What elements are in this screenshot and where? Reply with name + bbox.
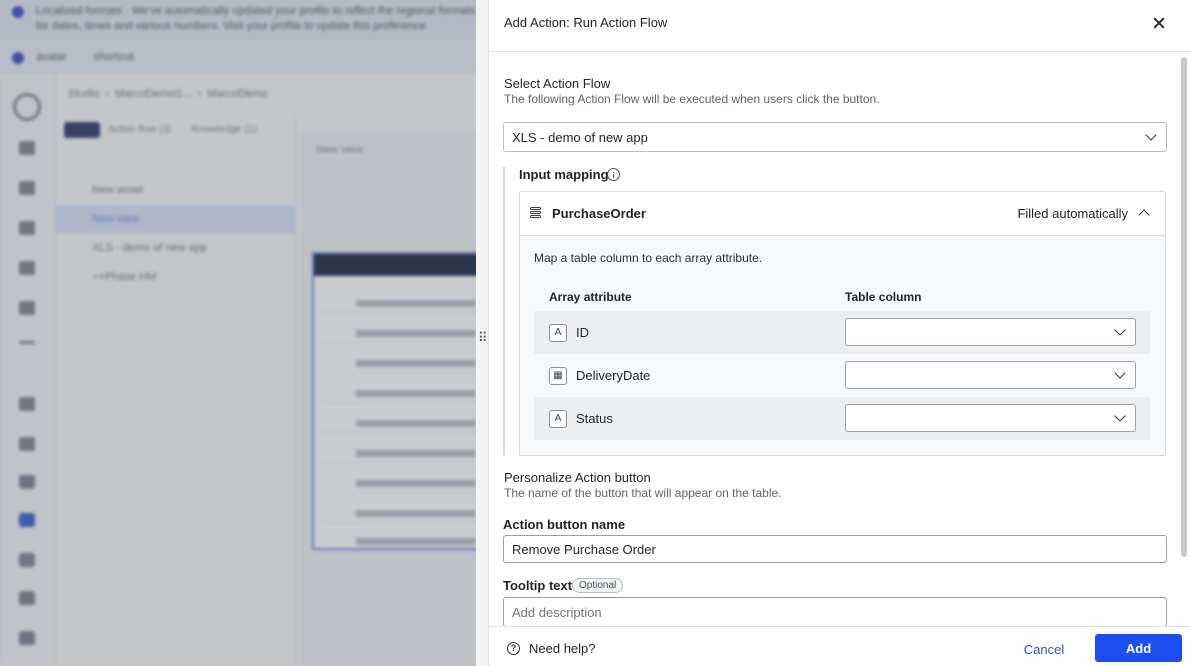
add-button[interactable]: Add xyxy=(1095,634,1182,662)
entity-card-header[interactable]: PurchaseOrder Filled automatically xyxy=(520,192,1165,236)
chevron-up-icon[interactable] xyxy=(1138,209,1150,221)
dialog-header: Add Action: Run Action Flow xyxy=(489,0,1190,52)
tooltip-text-input[interactable] xyxy=(503,597,1167,626)
action-flow-selected-value: XLS - demo of new app xyxy=(512,130,648,145)
entity-card-body: Map a table column to each array attribu… xyxy=(520,236,1165,455)
attribute-name: Status xyxy=(576,411,613,426)
input-mapping-label: Input mapping xyxy=(519,167,609,182)
table-row: A ID xyxy=(534,311,1150,354)
panel-resize-gutter[interactable]: ⠿ xyxy=(476,0,489,666)
action-button-name-input[interactable] xyxy=(503,535,1167,563)
input-mapping-section: Input mapping PurchaseOrder Filled autom… xyxy=(503,167,1169,456)
info-icon[interactable] xyxy=(607,168,620,181)
table-column-select[interactable] xyxy=(845,361,1136,389)
drag-handle-icon[interactable]: ⠿ xyxy=(478,330,488,346)
help-icon[interactable]: ? xyxy=(507,642,520,655)
chevron-down-icon xyxy=(1114,367,1126,379)
dialog-body: Select Action Flow The following Action … xyxy=(489,53,1190,626)
optional-badge: Optional xyxy=(572,578,624,593)
table-row: A Status xyxy=(534,397,1150,440)
mapping-hint: Map a table column to each array attribu… xyxy=(534,251,763,265)
cancel-button[interactable]: Cancel xyxy=(1009,636,1079,662)
close-icon[interactable] xyxy=(1149,13,1169,33)
add-action-panel: ⠿ Add Action: Run Action Flow Select Act… xyxy=(476,0,1190,666)
dialog-footer: ? Need help? Cancel Add xyxy=(489,626,1190,666)
text-type-icon: A xyxy=(549,410,567,428)
action-button-name-label: Action button name xyxy=(503,517,626,532)
table-column-select[interactable] xyxy=(845,404,1136,432)
table-column-select[interactable] xyxy=(845,318,1136,346)
personalize-description: The name of the button that will appear … xyxy=(504,486,782,500)
dialog-title: Add Action: Run Action Flow xyxy=(504,15,668,30)
table-row: ▦ DeliveryDate xyxy=(534,354,1150,397)
entity-fill-status: Filled automatically xyxy=(1017,206,1128,221)
personalize-label: Personalize Action button xyxy=(504,470,651,485)
chevron-down-icon xyxy=(1114,410,1126,422)
scrollbar[interactable] xyxy=(1181,57,1187,557)
column-header-table-column: Table column xyxy=(845,290,922,304)
attribute-name: DeliveryDate xyxy=(576,368,651,383)
entity-card: PurchaseOrder Filled automatically Map a… xyxy=(519,191,1166,456)
database-icon xyxy=(530,207,541,219)
dialog-sheet: Add Action: Run Action Flow Select Actio… xyxy=(489,0,1190,666)
chevron-down-icon xyxy=(1114,324,1126,336)
chevron-down-icon xyxy=(1145,129,1157,141)
select-action-flow-label: Select Action Flow xyxy=(504,76,611,91)
column-header-array-attribute: Array attribute xyxy=(549,290,632,304)
entity-name: PurchaseOrder xyxy=(552,206,646,221)
calendar-icon: ▦ xyxy=(549,367,567,385)
need-help-link[interactable]: Need help? xyxy=(529,641,596,656)
tooltip-text-label: Tooltip text xyxy=(503,578,573,593)
select-action-flow-description: The following Action Flow will be execut… xyxy=(504,92,880,106)
text-type-icon: A xyxy=(549,324,567,342)
action-flow-select[interactable]: XLS - demo of new app xyxy=(503,122,1167,152)
attribute-name: ID xyxy=(576,325,589,340)
